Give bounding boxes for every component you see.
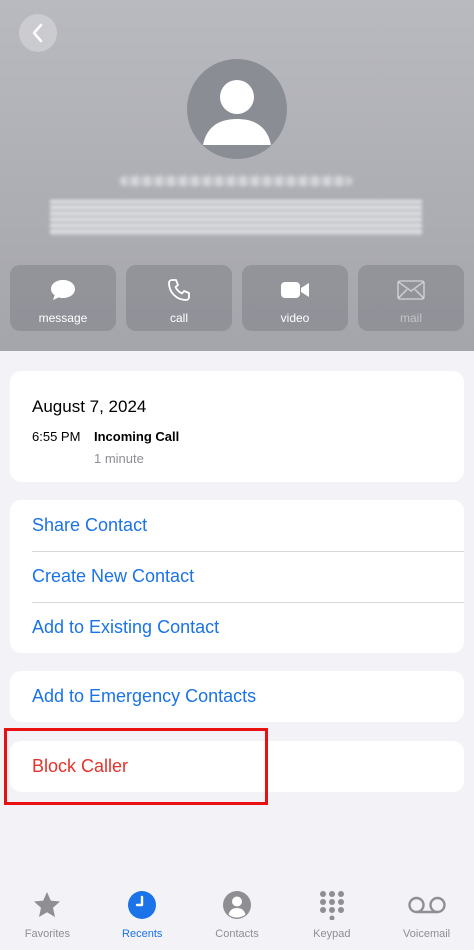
message-bubble-icon	[51, 280, 75, 300]
call-type: Incoming Call	[94, 429, 180, 444]
mail-action-label: mail	[399, 311, 422, 325]
video-action-label: video	[280, 311, 310, 325]
person-circle-icon	[222, 891, 251, 919]
mail-action-button[interactable]: mail	[358, 265, 464, 331]
call-history-card: August 7, 2024 6:55 PM Incoming Call 1 m…	[10, 371, 464, 482]
redacted-contact-name	[120, 176, 352, 186]
add-to-existing-contact-button[interactable]: Add to Existing Contact	[10, 602, 464, 653]
call-time: 6:55 PM	[32, 429, 81, 444]
contact-header: message call video mail	[0, 0, 474, 351]
envelope-icon	[397, 280, 425, 300]
person-silhouette-icon	[203, 80, 271, 145]
tab-contacts[interactable]: Contacts	[190, 880, 285, 950]
contact-options-list: Share Contact Create New Contact Add to …	[10, 500, 464, 653]
call-duration: 1 minute	[94, 451, 144, 466]
video-action-button[interactable]: video	[242, 265, 348, 331]
tab-voicemail[interactable]: Voicemail	[379, 880, 474, 950]
call-action-button[interactable]: call	[126, 265, 232, 331]
clock-icon	[128, 891, 157, 919]
tab-favorites[interactable]: Favorites	[0, 880, 95, 950]
tab-bar: Favorites Recents Contacts Keypad Voicem…	[0, 880, 474, 950]
emergency-card: Add to Emergency Contacts	[10, 671, 464, 722]
contact-avatar	[187, 59, 287, 159]
tab-voicemail-label: Voicemail	[403, 928, 451, 940]
call-action-label: call	[169, 311, 188, 325]
tab-recents[interactable]: Recents	[95, 880, 190, 950]
star-icon	[34, 892, 61, 917]
tab-keypad[interactable]: Keypad	[284, 880, 379, 950]
video-camera-icon	[281, 282, 309, 298]
tab-keypad-label: Keypad	[313, 928, 351, 940]
quick-actions: message call video mail	[10, 265, 464, 331]
tab-favorites-label: Favorites	[24, 928, 71, 940]
add-to-emergency-contacts-button[interactable]: Add to Emergency Contacts	[10, 671, 464, 722]
call-date: August 7, 2024	[32, 397, 147, 416]
phone-icon	[168, 279, 190, 301]
voicemail-icon	[407, 896, 446, 914]
message-action-button[interactable]: message	[10, 265, 116, 331]
highlight-annotation	[4, 728, 268, 805]
message-action-label: message	[38, 311, 88, 325]
chevron-left-icon	[32, 23, 43, 43]
back-button[interactable]	[19, 14, 57, 52]
share-contact-button[interactable]: Share Contact	[10, 500, 464, 551]
keypad-icon	[319, 891, 344, 920]
tab-contacts-label: Contacts	[215, 928, 259, 940]
redacted-phone-number	[50, 200, 422, 236]
tab-recents-label: Recents	[122, 928, 163, 940]
create-new-contact-button[interactable]: Create New Contact	[10, 551, 464, 602]
